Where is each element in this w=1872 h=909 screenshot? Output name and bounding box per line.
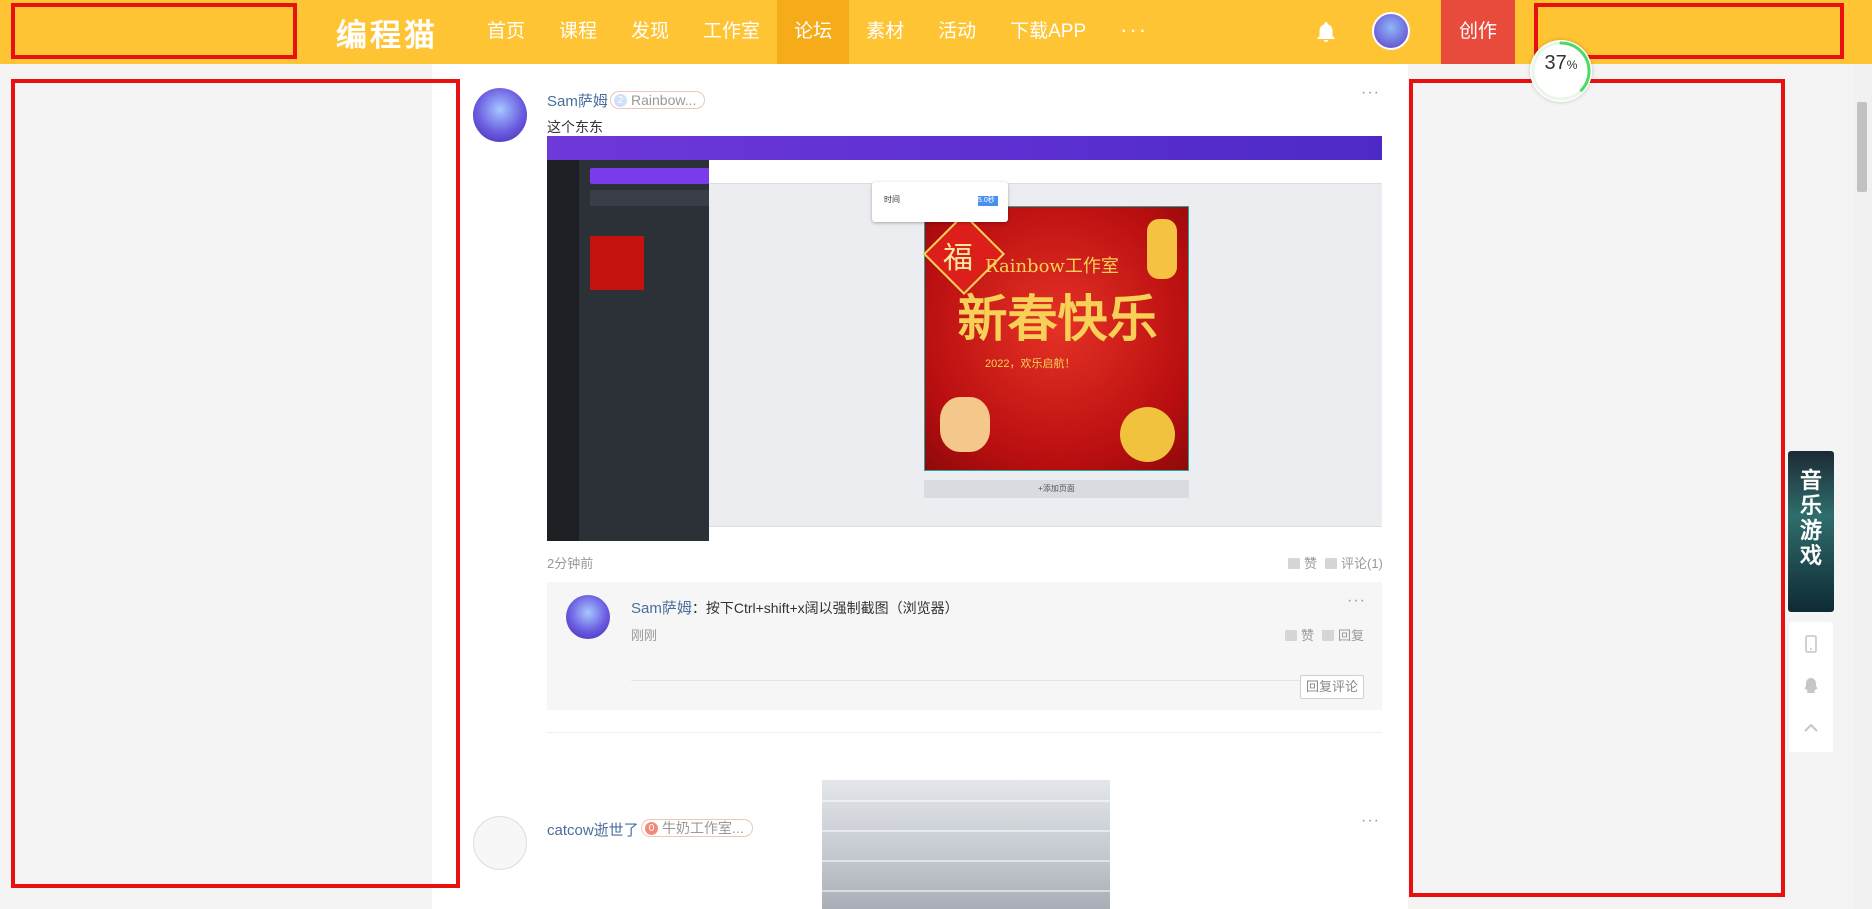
post-more-button[interactable]: ··· — [1361, 812, 1380, 830]
progress-number: 37 — [1544, 52, 1567, 74]
post-more-button[interactable]: ··· — [1361, 84, 1380, 102]
level-icon: 0 — [645, 822, 658, 835]
photo-stripe — [822, 860, 1110, 862]
studio-badge-label: Rainbow... — [631, 92, 697, 108]
like-button[interactable]: 赞 — [1288, 553, 1317, 572]
qq-icon[interactable] — [1801, 676, 1821, 696]
comment-reply-button[interactable]: 回复 — [1322, 625, 1364, 644]
page-scrollbar[interactable] — [1853, 64, 1872, 909]
add-page-label: +添加页面 — [1038, 484, 1075, 493]
reply-comment-button[interactable]: 回复评论 — [1300, 675, 1364, 699]
post-text: 这个东东 — [547, 119, 603, 135]
comment-author-avatar[interactable] — [566, 595, 610, 639]
comment-more-button[interactable]: ··· — [1347, 592, 1366, 610]
comment-icon — [1322, 630, 1334, 641]
ox-icon — [940, 397, 990, 452]
back-to-top-icon[interactable] — [1801, 718, 1821, 738]
comment-divider — [631, 680, 1363, 681]
progress-ring[interactable]: 37% — [1530, 40, 1592, 102]
nav-item-materials[interactable]: 素材 — [849, 0, 921, 64]
nav-item-forum[interactable]: 论坛 — [777, 0, 850, 64]
gold-ingot-icon — [1120, 407, 1175, 462]
scrollbar-thumb[interactable] — [1857, 102, 1867, 192]
photo-stripe — [822, 830, 1110, 832]
thumbs-up-icon — [1288, 558, 1300, 569]
post-author-avatar[interactable] — [473, 816, 527, 870]
new-year-poster: 福 Rainbow工作室 新春快乐 2022，欢乐启航！ — [922, 206, 1189, 471]
post-image[interactable] — [822, 780, 1110, 909]
nav-item-discover[interactable]: 发现 — [614, 0, 686, 64]
side-toolbar — [1789, 622, 1833, 752]
like-label: 赞 — [1304, 556, 1318, 571]
highlight-box-left — [11, 79, 460, 888]
photo-stripe — [822, 800, 1110, 802]
studio-badge[interactable]: 2 Rainbow... — [610, 91, 706, 109]
progress-unit: % — [1566, 58, 1578, 72]
music-game-ad[interactable]: 音乐游戏 — [1788, 451, 1834, 612]
site-logo[interactable]: 编程猫 — [336, 10, 438, 55]
poster-studio-name: Rainbow工作室 — [985, 256, 1119, 277]
ad-title: 音乐游戏 — [1799, 469, 1822, 569]
nav-item-home[interactable]: 首页 — [470, 0, 542, 64]
poster-title: 新春快乐 — [957, 289, 1158, 348]
nav-item-studio[interactable]: 工作室 — [686, 0, 777, 64]
comment-separator: ： — [691, 600, 706, 616]
level-icon: 2 — [614, 94, 627, 107]
comment-body: Sam萨姆：按下Ctrl+shift+x阔以强制截图（浏览器） — [631, 597, 959, 618]
comment-label: 评论(1) — [1341, 556, 1383, 571]
nav-more-button[interactable]: ··· — [1103, 0, 1165, 64]
studio-badge[interactable]: 0 牛奶工作室... — [641, 819, 753, 837]
post-author-name[interactable]: catcow逝世了 — [547, 819, 639, 840]
highlight-box-top-left — [11, 3, 297, 59]
post-author-name[interactable]: Sam萨姆 — [547, 90, 608, 111]
photo-stripe — [822, 890, 1110, 892]
nav-item-download-app[interactable]: 下载APP — [993, 0, 1103, 64]
editor-duration-popup: 时间 5.0秒 — [872, 182, 1008, 222]
post-image[interactable]: 福 Rainbow工作室 新春快乐 2022，欢乐启航！ +添加页面 时间 5.… — [547, 136, 1382, 541]
comment-icon — [1325, 558, 1337, 569]
bell-icon[interactable] — [1314, 20, 1338, 44]
editor-side-panel — [579, 160, 709, 541]
nav-item-events[interactable]: 活动 — [921, 0, 993, 64]
forum-feed: Sam萨姆 2 Rainbow... ··· 这个东东 福 Rainbow工作室… — [432, 64, 1408, 909]
comment-text: 按下Ctrl+shift+x阔以强制截图（浏览器） — [705, 600, 959, 616]
comment-like-label: 赞 — [1301, 628, 1315, 643]
editor-add-page: +添加页面 — [924, 480, 1189, 498]
nav-item-courses[interactable]: 课程 — [542, 0, 614, 64]
progress-value: 37% — [1530, 52, 1592, 75]
lantern-icon — [1147, 219, 1177, 279]
create-button[interactable]: 创作 — [1441, 0, 1515, 64]
comment-time: 刚刚 — [631, 628, 658, 643]
comment-author-name[interactable]: Sam萨姆 — [631, 600, 692, 617]
post-divider — [547, 732, 1382, 733]
thumbs-up-icon — [1285, 630, 1297, 641]
studio-badge-label: 牛奶工作室... — [662, 820, 744, 836]
post-time: 2分钟前 — [547, 556, 594, 571]
editor-toolbar — [709, 160, 1382, 184]
popup-label: 时间 — [884, 195, 900, 204]
editor-tool-rail — [547, 160, 579, 541]
post-card: Sam萨姆 2 Rainbow... ··· 这个东东 福 Rainbow工作室… — [432, 64, 1408, 732]
editor-media-thumbnail — [590, 236, 644, 290]
comment-reply-label: 回复 — [1338, 628, 1365, 643]
main-nav: 首页 课程 发现 工作室 论坛 素材 活动 下载APP ··· — [470, 0, 1165, 64]
editor-top-bar — [547, 136, 1382, 160]
poster-line: 2022，欢乐启航！ — [985, 358, 1076, 370]
highlight-box-right — [1409, 79, 1785, 897]
mobile-icon[interactable] — [1801, 634, 1821, 654]
popup-value-text: 5.0秒 — [978, 197, 995, 204]
fu-character: 福 — [943, 241, 973, 276]
comment-section: Sam萨姆：按下Ctrl+shift+x阔以强制截图（浏览器） ··· 刚刚 赞… — [547, 582, 1382, 710]
post-author-avatar[interactable] — [473, 88, 527, 142]
comment-button[interactable]: 评论(1) — [1325, 553, 1383, 572]
comment-like-button[interactable]: 赞 — [1285, 625, 1314, 644]
user-avatar[interactable] — [1372, 12, 1410, 50]
editor-status-bar — [709, 526, 1382, 541]
